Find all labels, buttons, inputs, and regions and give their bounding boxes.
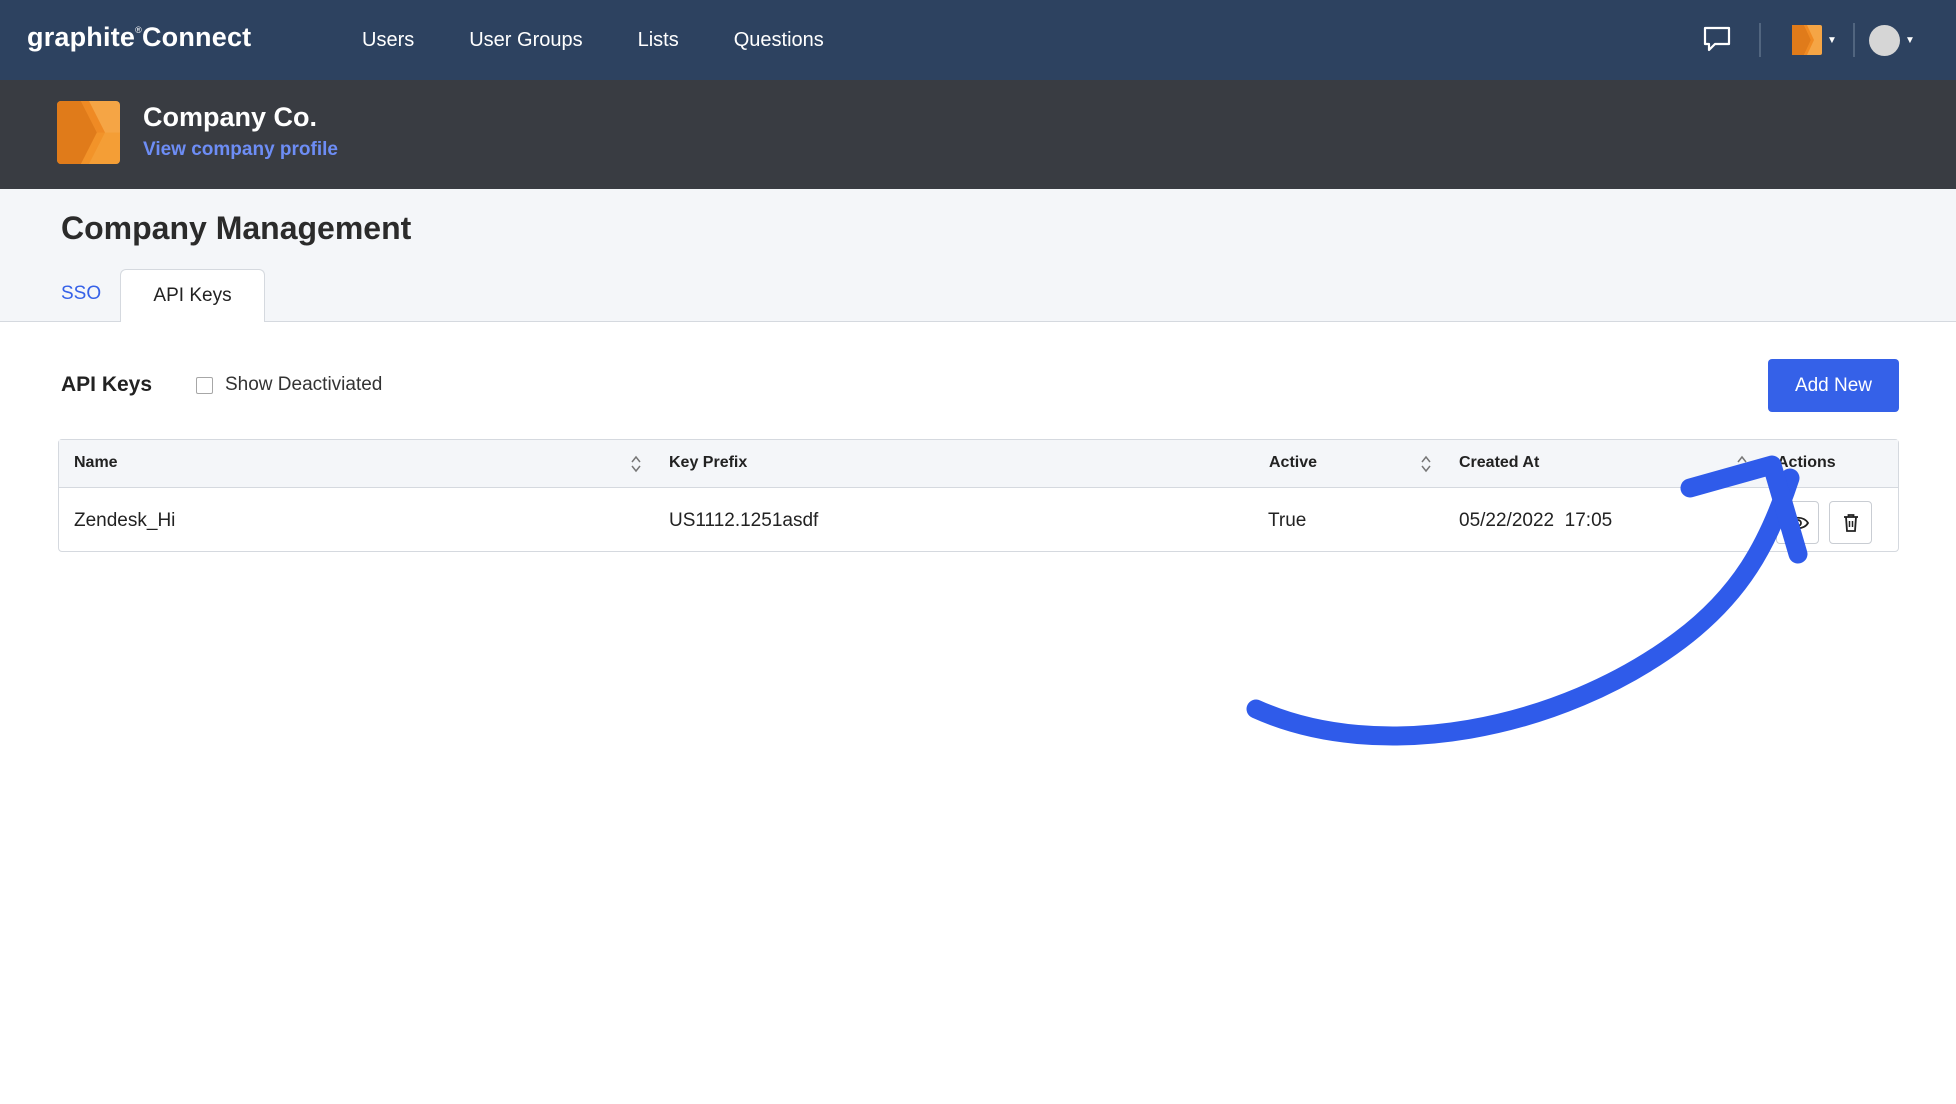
user-menu[interactable]: ▼: [1869, 24, 1917, 56]
nav-link-lists[interactable]: Lists: [638, 29, 679, 52]
brand-suffix: Connect: [141, 22, 252, 52]
show-deactivated-checkbox[interactable]: [196, 376, 213, 394]
show-deactivated-toggle[interactable]: Show Deactiviated: [196, 374, 382, 396]
column-header-key-prefix: Key Prefix: [669, 454, 748, 471]
column-header-name: Name: [74, 454, 118, 471]
main-nav: Users User Groups Lists Questions: [362, 0, 879, 80]
nav-divider: [1853, 23, 1855, 57]
brand-logo[interactable]: graphite®Connect: [27, 22, 251, 53]
company-switcher[interactable]: ▼: [1792, 24, 1840, 56]
view-key-button[interactable]: [1776, 501, 1819, 544]
company-logo-icon: [1792, 25, 1822, 55]
table-header: Name Key Prefix Active Created At Action…: [59, 440, 1898, 488]
column-header-active: Active: [1269, 454, 1318, 471]
management-header: Company Management SSO API Keys: [0, 189, 1956, 322]
sort-icon[interactable]: [1736, 454, 1748, 474]
top-navbar: graphite®Connect Users User Groups Lists…: [0, 0, 1956, 80]
brand-registered-mark: ®: [135, 25, 142, 35]
cell-active: True: [1268, 510, 1307, 531]
cell-key-prefix: US1112.1251asdf: [669, 510, 819, 531]
nav-link-user-groups[interactable]: User Groups: [469, 29, 582, 52]
column-header-created-at: Created At: [1459, 454, 1540, 471]
sort-icon[interactable]: [630, 454, 642, 474]
trash-icon: [1843, 513, 1858, 532]
company-name: Company Co.: [143, 102, 318, 132]
company-logo: [57, 101, 120, 164]
add-new-button[interactable]: Add New: [1768, 359, 1899, 412]
delete-key-button[interactable]: [1829, 501, 1872, 544]
view-company-profile-link[interactable]: View company profile: [143, 139, 338, 161]
chat-icon[interactable]: [1702, 25, 1732, 53]
brand-prefix: graphite: [27, 22, 136, 52]
chevron-down-icon: ▼: [1827, 34, 1837, 46]
api-keys-table: Name Key Prefix Active Created At Action…: [58, 439, 1899, 552]
sort-icon[interactable]: [1420, 454, 1432, 474]
page-title: Company Management: [61, 210, 412, 246]
tab-sso[interactable]: SSO: [61, 283, 101, 305]
eye-icon: [1786, 516, 1809, 529]
tab-api-keys[interactable]: API Keys: [120, 269, 265, 322]
show-deactivated-label: Show Deactiviated: [225, 374, 383, 395]
nav-link-questions[interactable]: Questions: [734, 29, 824, 52]
company-banner: Company Co. View company profile: [0, 80, 1956, 189]
column-header-actions: Actions: [1777, 454, 1836, 471]
avatar: [1869, 24, 1900, 56]
nav-divider: [1759, 23, 1761, 57]
cell-created-at: 05/22/2022 17:05: [1459, 510, 1613, 531]
section-title: API Keys: [61, 373, 153, 396]
cell-name: Zendesk_Hi: [74, 510, 176, 531]
chevron-down-icon: ▼: [1905, 34, 1915, 46]
nav-link-users[interactable]: Users: [362, 29, 414, 52]
